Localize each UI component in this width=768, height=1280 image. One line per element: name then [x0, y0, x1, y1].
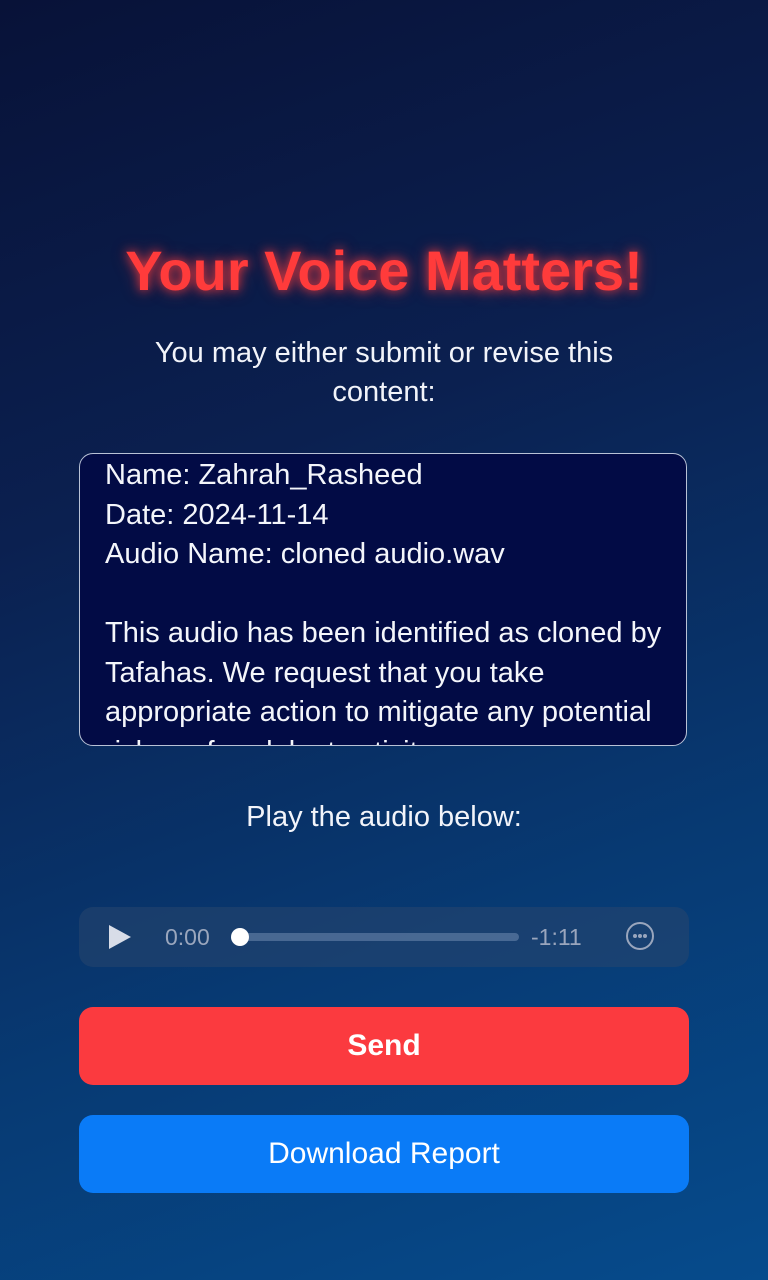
- audio-current-time: 0:00: [165, 924, 210, 950]
- audio-seek-bar[interactable]: [231, 928, 519, 946]
- page-subtitle: You may either submit or revise this con…: [154, 337, 614, 408]
- play-icon[interactable]: [109, 925, 131, 949]
- report-text[interactable]: Name: Zahrah_Rasheed Date: 2024-11-14 Au…: [105, 456, 675, 745]
- audio-player: 0:00 -1:11: [79, 907, 689, 967]
- audio-caption: Play the audio below:: [246, 801, 522, 833]
- send-button[interactable]: Send: [79, 1007, 689, 1085]
- report-textarea[interactable]: Name: Zahrah_Rasheed Date: 2024-11-14 Au…: [79, 453, 687, 746]
- more-options-icon[interactable]: [626, 922, 654, 950]
- page-title: Your Voice Matters!: [125, 239, 643, 302]
- audio-seek-thumb[interactable]: [231, 928, 249, 946]
- audio-remaining-time: -1:11: [531, 924, 582, 950]
- screen: Your Voice Matters! You may either submi…: [0, 0, 768, 1280]
- download-report-button[interactable]: Download Report: [79, 1115, 689, 1193]
